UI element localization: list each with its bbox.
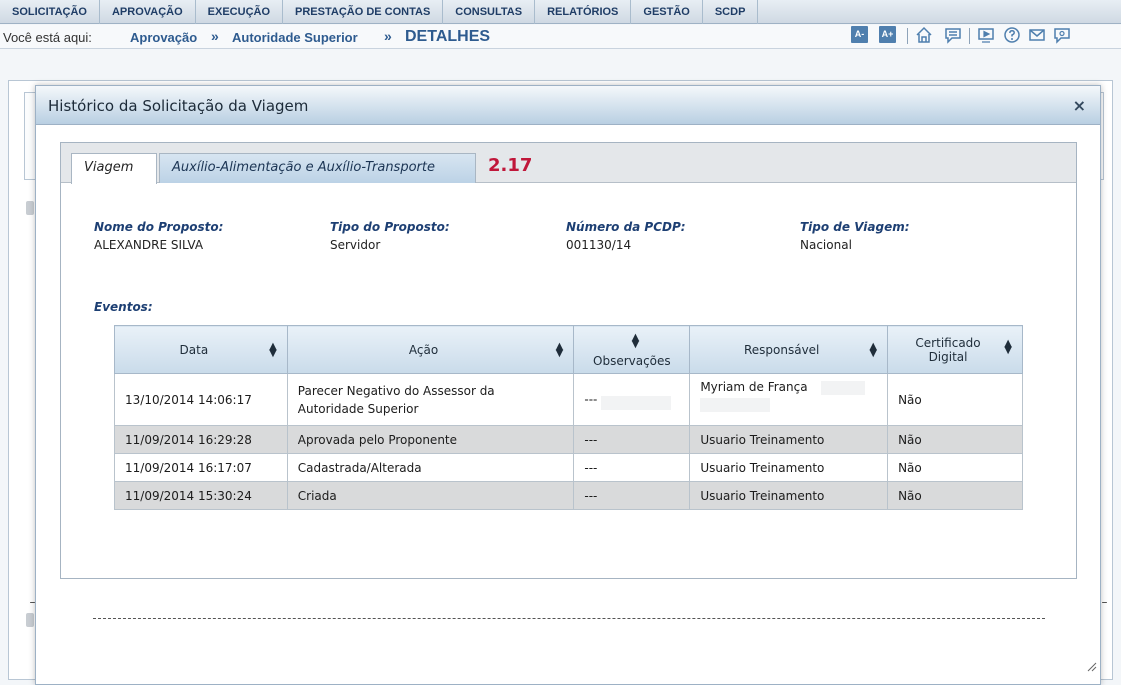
column-header-label: Certificado bbox=[915, 335, 981, 350]
column-header-label: Data bbox=[179, 342, 209, 357]
cell-responsavel: Usuario Treinamento bbox=[689, 425, 889, 454]
cell-certificado: Não bbox=[887, 373, 1023, 426]
tab-viagem[interactable]: Viagem bbox=[71, 153, 157, 184]
menu-item-execucao[interactable]: EXECUÇÃO bbox=[196, 0, 284, 24]
menu-item-relatorios[interactable]: RELATÓRIOS bbox=[535, 0, 632, 24]
menu-item-scdp[interactable]: SCDP bbox=[703, 0, 759, 24]
background-divider bbox=[1102, 602, 1107, 603]
table-row: 13/10/2014 14:06:17 Parecer Negativo do … bbox=[114, 373, 1023, 426]
close-icon[interactable]: × bbox=[1073, 96, 1086, 115]
video-icon[interactable] bbox=[976, 25, 996, 45]
sort-icon[interactable]: ▲ ▼ bbox=[269, 341, 277, 358]
sort-icon[interactable]: ▲ ▼ bbox=[556, 341, 564, 358]
cell-acao: Parecer Negativo do Assessor da Autorida… bbox=[286, 373, 575, 426]
menu-item-aprovacao[interactable]: APROVAÇÃO bbox=[100, 0, 196, 24]
main-menu: SOLICITAÇÃO APROVAÇÃO EXECUÇÃO PRESTAÇÃO… bbox=[0, 0, 1121, 24]
column-header-label: Observações bbox=[593, 353, 671, 368]
toolbar-divider bbox=[907, 28, 908, 44]
breadcrumb-prefix: Você está aqui: bbox=[3, 30, 92, 45]
dialog-title: Histórico da Solicitação da Viagem bbox=[48, 97, 309, 115]
cell-data: 13/10/2014 14:06:17 bbox=[114, 373, 288, 426]
cell-observacoes: --- bbox=[573, 453, 691, 482]
table-row: 11/09/2014 16:29:28 Aprovada pelo Propon… bbox=[114, 425, 1023, 454]
background-control bbox=[26, 201, 34, 215]
numero-pcdp-label: Número da PCDP: bbox=[566, 220, 686, 234]
tipo-proposto-value: Servidor bbox=[330, 238, 381, 252]
font-decrease-button[interactable]: A- bbox=[851, 26, 868, 43]
column-header-responsavel[interactable]: Responsável ▲ ▼ bbox=[689, 325, 889, 374]
breadcrumb-separator: » bbox=[384, 28, 392, 44]
home-icon[interactable] bbox=[914, 25, 934, 45]
cell-responsavel: Myriam de França bbox=[689, 373, 889, 426]
cell-acao: Cadastrada/Alterada bbox=[286, 453, 575, 482]
table-row: 11/09/2014 16:17:07 Cadastrada/Alterada … bbox=[114, 453, 1023, 482]
tipo-viagem-value: Nacional bbox=[800, 238, 852, 252]
column-header-certificado-digital[interactable]: Certificado Digital ▲ ▼ bbox=[887, 325, 1023, 374]
nome-proposto-value: ALEXANDRE SILVA bbox=[94, 238, 204, 252]
cell-acao: Criada bbox=[286, 481, 575, 510]
section-divider bbox=[93, 618, 1045, 619]
cell-acao-line: Parecer Negativo do Assessor da bbox=[297, 383, 495, 398]
menu-item-solicitacao[interactable]: SOLICITAÇÃO bbox=[0, 0, 100, 24]
history-dialog: Histórico da Solicitação da Viagem × Via… bbox=[35, 85, 1101, 685]
column-header-label: Ação bbox=[408, 342, 439, 357]
column-header-label: Responsável bbox=[743, 342, 820, 357]
cell-certificado: Não bbox=[887, 481, 1023, 510]
eventos-label: Eventos: bbox=[94, 300, 153, 314]
sort-icon[interactable]: ▲ ▼ bbox=[1004, 339, 1012, 356]
cell-data: 11/09/2014 16:17:07 bbox=[114, 453, 288, 482]
sort-icon[interactable]: ▲ ▼ bbox=[869, 341, 877, 358]
breadcrumb-link-aprovacao[interactable]: Aprovação bbox=[130, 30, 197, 45]
contact-icon[interactable] bbox=[1052, 25, 1072, 45]
cell-data: 11/09/2014 16:29:28 bbox=[114, 425, 288, 454]
column-header-label: Digital bbox=[928, 349, 968, 364]
chat-icon[interactable] bbox=[943, 25, 963, 45]
menu-item-gestao[interactable]: GESTÃO bbox=[631, 0, 703, 24]
version-label: 2.17 bbox=[488, 155, 533, 176]
breadcrumb-separator: » bbox=[211, 28, 219, 44]
cell-data: 11/09/2014 15:30:24 bbox=[114, 481, 288, 510]
menu-item-consultas[interactable]: CONSULTAS bbox=[443, 0, 536, 24]
cell-responsavel: Usuario Treinamento bbox=[689, 481, 889, 510]
cell-observacoes: --- bbox=[573, 481, 691, 510]
redacted-area bbox=[821, 380, 866, 395]
column-header-observacoes[interactable]: Observações ▲ ▼ bbox=[573, 325, 691, 374]
column-header-data[interactable]: Data ▲ ▼ bbox=[114, 325, 288, 374]
table-row: 11/09/2014 15:30:24 Criada --- Usuario T… bbox=[114, 481, 1023, 510]
resize-handle-icon[interactable] bbox=[1085, 660, 1097, 672]
tab-auxilio-alimentacao-transporte[interactable]: Auxílio-Alimentação e Auxílio-Transporte bbox=[159, 153, 476, 183]
cell-observacoes: --- bbox=[573, 425, 691, 454]
menu-item-prestacao-de-contas[interactable]: PRESTAÇÃO DE CONTAS bbox=[283, 0, 444, 24]
cell-observacoes: --- bbox=[573, 373, 691, 426]
cell-acao-line: Autoridade Superior bbox=[297, 401, 419, 416]
mail-icon[interactable] bbox=[1027, 25, 1047, 45]
details-panel: Viagem Auxílio-Alimentação e Auxílio-Tra… bbox=[60, 142, 1077, 619]
redacted-area bbox=[700, 397, 771, 412]
cell-observacoes-text: --- bbox=[584, 392, 598, 406]
events-table: Data ▲ ▼ Ação ▲ ▼ Observações ▲ ▼ Responsáv… bbox=[114, 325, 1023, 510]
tipo-proposto-label: Tipo do Proposto: bbox=[330, 220, 450, 234]
font-increase-button[interactable]: A+ bbox=[879, 26, 896, 43]
redacted-area bbox=[601, 395, 672, 410]
tipo-viagem-label: Tipo de Viagem: bbox=[800, 220, 910, 234]
tab-strip: Viagem Auxílio-Alimentação e Auxílio-Tra… bbox=[61, 143, 1076, 184]
breadcrumb-link-autoridade-superior[interactable]: Autoridade Superior bbox=[232, 30, 358, 45]
dialog-header[interactable]: Histórico da Solicitação da Viagem × bbox=[36, 86, 1100, 125]
cell-responsavel: Usuario Treinamento bbox=[689, 453, 889, 482]
breadcrumb-current: DETALHES bbox=[405, 28, 491, 45]
column-header-acao[interactable]: Ação ▲ ▼ bbox=[286, 325, 575, 374]
cell-certificado: Não bbox=[887, 453, 1023, 482]
nome-proposto-label: Nome do Proposto: bbox=[94, 220, 224, 234]
numero-pcdp-value: 001130/14 bbox=[566, 238, 632, 252]
background-control bbox=[26, 613, 34, 627]
cell-certificado: Não bbox=[887, 425, 1023, 454]
sort-icon[interactable]: ▲ ▼ bbox=[632, 333, 640, 350]
cell-acao: Aprovada pelo Proponente bbox=[286, 425, 575, 454]
cell-responsavel-text: Myriam de França bbox=[700, 380, 808, 394]
toolbar-divider bbox=[969, 28, 970, 44]
help-icon[interactable] bbox=[1002, 25, 1022, 45]
